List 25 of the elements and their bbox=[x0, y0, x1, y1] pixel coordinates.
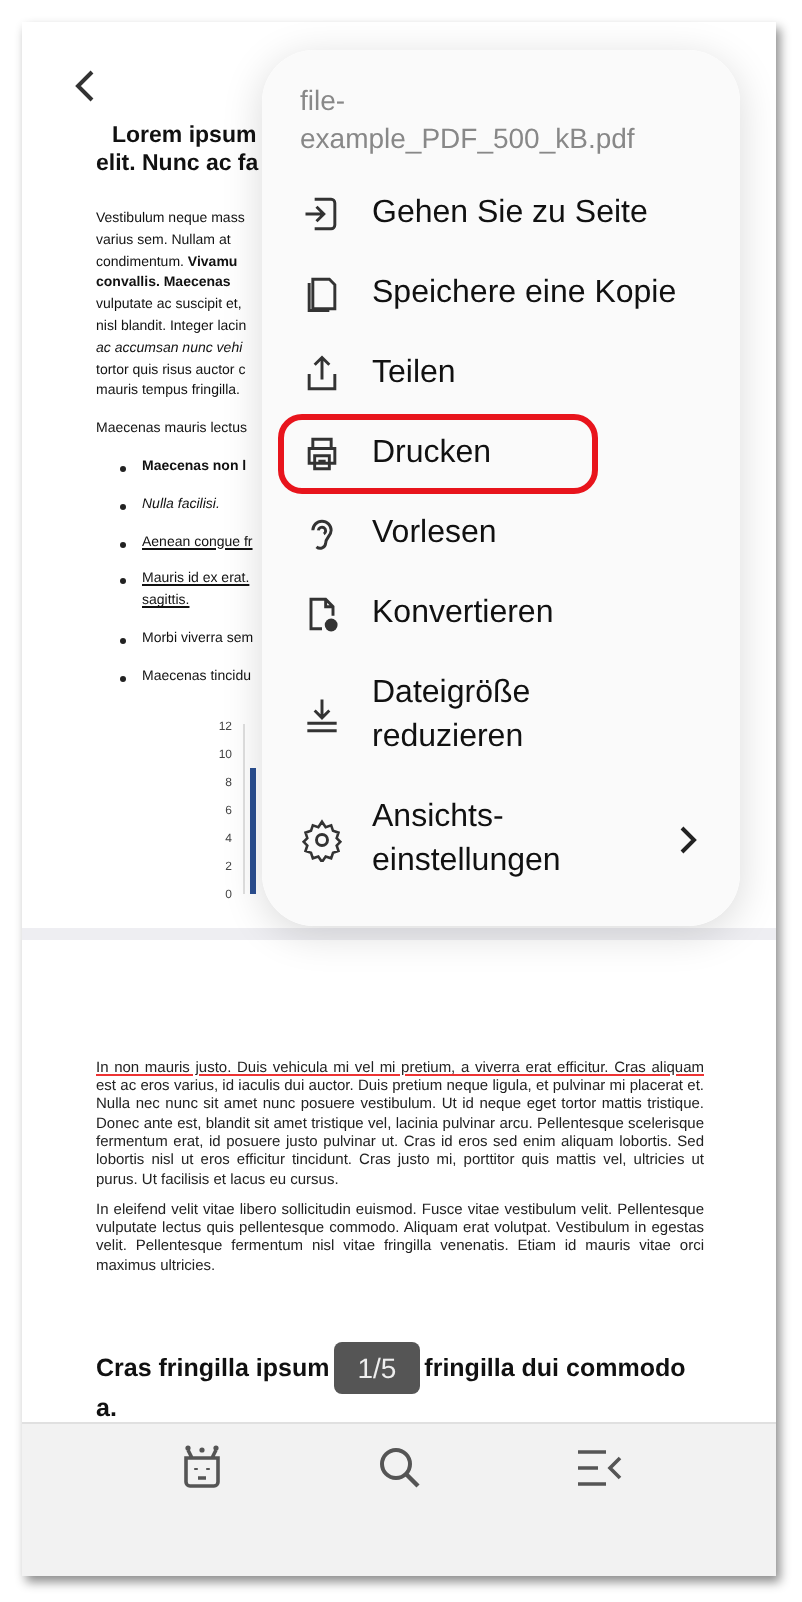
chart-bar bbox=[250, 767, 256, 894]
document-heading: Cras fringilla ipsum bbox=[96, 1354, 330, 1382]
bullet-icon bbox=[120, 675, 126, 682]
page-indicator: 1/5 bbox=[333, 1342, 421, 1394]
bullet-icon bbox=[120, 541, 126, 548]
menu-item[interactable]: Speichere eine Kopie bbox=[278, 254, 720, 334]
menu-item[interactable]: Teilen bbox=[278, 334, 720, 414]
bullet-icon bbox=[120, 578, 126, 585]
menu-item[interactable]: Drucken bbox=[278, 414, 598, 494]
back-icon[interactable] bbox=[74, 70, 98, 102]
bullet-icon bbox=[120, 465, 126, 472]
menu-item[interactable]: Dateigröße reduzieren bbox=[278, 654, 720, 778]
document-heading: elit. Nunc ac fa bbox=[96, 150, 261, 178]
chevron-right-icon bbox=[678, 826, 698, 854]
document-heading: a. bbox=[96, 1394, 119, 1422]
menu-item[interactable]: Konvertieren bbox=[278, 574, 720, 654]
bullet-icon bbox=[120, 503, 126, 510]
menu-item[interactable]: Gehen Sie zu Seite bbox=[278, 174, 720, 254]
file-name: file- example_PDF_500_kB.pdf bbox=[300, 82, 637, 158]
document-heading: Lorem ipsum bbox=[110, 122, 259, 150]
bullet-icon bbox=[120, 637, 126, 644]
document-heading: fringilla dui commodo bbox=[424, 1354, 686, 1382]
menu-item[interactable]: Vorlesen bbox=[278, 494, 720, 574]
settings-icon bbox=[300, 818, 344, 862]
menu-item[interactable]: Ansichts- einstellungen bbox=[278, 778, 720, 902]
